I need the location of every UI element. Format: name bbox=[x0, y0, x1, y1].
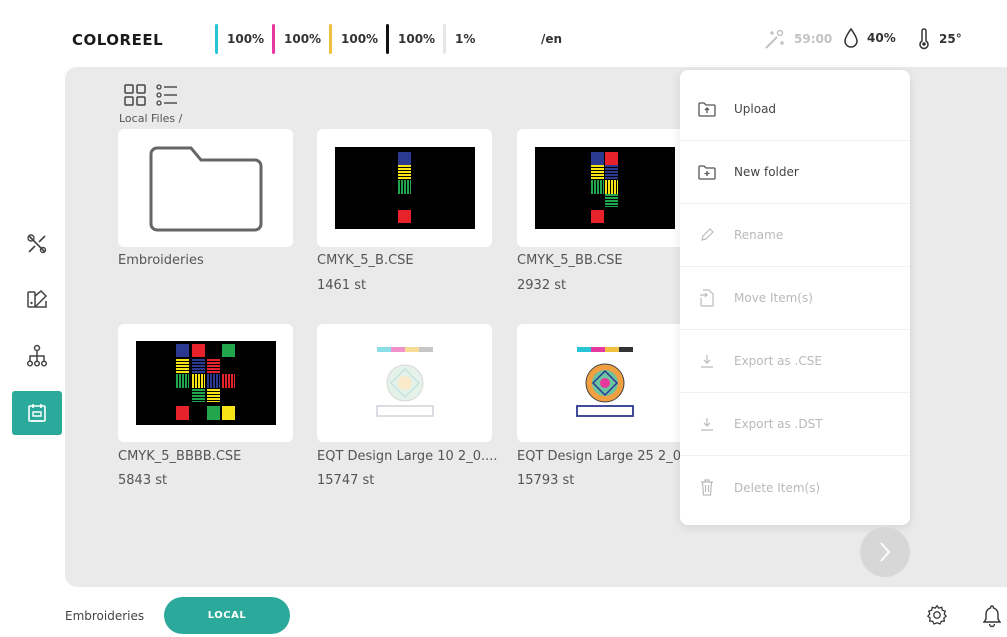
ink-level-black: 100% bbox=[386, 24, 436, 54]
menu-item-export-cse[interactable]: Export as .CSE bbox=[680, 330, 910, 393]
move-file-icon bbox=[700, 289, 714, 307]
menu-item-upload[interactable]: Upload bbox=[680, 78, 910, 141]
menu-item-label: Export as .DST bbox=[734, 417, 823, 431]
design-thumbnail bbox=[135, 341, 276, 425]
chevron-right-icon bbox=[880, 542, 891, 562]
download-icon bbox=[701, 418, 713, 431]
gear-icon[interactable] bbox=[926, 604, 948, 626]
network-icon bbox=[26, 344, 48, 367]
new-folder-icon bbox=[698, 165, 716, 180]
section-label: Embroideries bbox=[65, 609, 145, 623]
temperature-status: 25° bbox=[917, 28, 962, 50]
next-page-button[interactable] bbox=[860, 527, 910, 577]
stitch-count: 1461 st bbox=[317, 278, 367, 293]
breadcrumb[interactable]: Local Files / bbox=[119, 112, 182, 125]
view-toggles bbox=[124, 84, 178, 106]
menu-item-export-dst[interactable]: Export as .DST bbox=[680, 393, 910, 456]
folder-icon bbox=[149, 146, 262, 232]
file-name: Embroideries bbox=[118, 253, 204, 268]
humidity-value: 40% bbox=[867, 31, 896, 45]
sidebar-item-palette[interactable] bbox=[12, 277, 62, 321]
ink-level-cyan: 100% bbox=[215, 24, 265, 54]
humidity-status: 40% bbox=[843, 28, 896, 48]
temperature-value: 25° bbox=[939, 32, 962, 46]
palette-icon bbox=[27, 289, 48, 308]
pencil-icon bbox=[701, 228, 714, 241]
tools-icon bbox=[27, 234, 47, 254]
stitch-count: 15747 st bbox=[317, 473, 375, 488]
grid-view-icon[interactable] bbox=[124, 84, 146, 106]
file-name: EQT Design Large 10 2_0.... bbox=[317, 449, 498, 464]
menu-item-label: Upload bbox=[734, 102, 777, 116]
menu-item-label: Export as .CSE bbox=[734, 354, 822, 368]
upload-folder-icon bbox=[698, 102, 716, 117]
file-name: CMYK_5_B.CSE bbox=[317, 253, 414, 268]
design-thumbnail bbox=[334, 147, 475, 229]
file-tile[interactable] bbox=[317, 324, 492, 442]
file-tile[interactable] bbox=[517, 324, 692, 442]
menu-item-delete[interactable]: Delete Item(s) bbox=[680, 456, 910, 519]
file-name: EQT Design Large 25 2_0... bbox=[517, 449, 694, 464]
list-view-icon[interactable] bbox=[156, 84, 178, 106]
menu-item-move[interactable]: Move Item(s) bbox=[680, 267, 910, 330]
ink-level-white: 1% bbox=[443, 24, 476, 54]
file-tile[interactable] bbox=[118, 324, 293, 442]
ink-bar-icon bbox=[329, 24, 332, 54]
menu-item-label: New folder bbox=[734, 165, 799, 179]
design-thumbnail bbox=[534, 147, 675, 229]
local-storage-button[interactable]: LOCAL bbox=[164, 597, 290, 634]
file-actions-menu: Upload New folder Rename Move Item(s) Ex… bbox=[680, 70, 910, 525]
magic-wand-icon bbox=[765, 29, 784, 49]
ink-value: 100% bbox=[284, 32, 322, 46]
language-selector[interactable]: /en bbox=[541, 32, 562, 46]
design-thumbnail bbox=[575, 347, 634, 417]
menu-item-rename[interactable]: Rename bbox=[680, 204, 910, 267]
menu-item-label: Delete Item(s) bbox=[734, 480, 821, 495]
thermometer-icon bbox=[919, 28, 929, 50]
ink-value: 100% bbox=[341, 32, 379, 46]
embroidery-icon bbox=[28, 404, 46, 422]
ink-level-magenta: 100% bbox=[272, 24, 322, 54]
ink-level-yellow: 100% bbox=[329, 24, 379, 54]
file-name: CMYK_5_BBBB.CSE bbox=[118, 449, 242, 464]
droplet-icon bbox=[844, 28, 858, 48]
ink-value: 100% bbox=[398, 32, 436, 46]
ink-bar-icon bbox=[272, 24, 275, 54]
file-tile[interactable] bbox=[317, 129, 492, 247]
sidebar-item-tools[interactable] bbox=[12, 222, 62, 266]
menu-item-label: Rename bbox=[734, 228, 784, 242]
menu-item-label: Move Item(s) bbox=[734, 291, 813, 305]
menu-item-new-folder[interactable]: New folder bbox=[680, 141, 910, 204]
sidebar-item-network[interactable] bbox=[12, 334, 62, 378]
ink-value: 100% bbox=[227, 32, 265, 46]
file-tile[interactable] bbox=[517, 129, 692, 247]
file-tile-folder[interactable] bbox=[118, 129, 293, 247]
sidebar-item-embroidery[interactable] bbox=[12, 391, 62, 435]
ink-bar-icon bbox=[215, 24, 218, 54]
timer-status: 59:00 bbox=[762, 28, 832, 50]
ink-value: 1% bbox=[455, 32, 476, 46]
design-thumbnail bbox=[375, 347, 434, 417]
download-icon bbox=[701, 355, 713, 368]
ink-bar-icon bbox=[386, 24, 389, 54]
stitch-count: 2932 st bbox=[517, 278, 567, 293]
top-bar: COLOREEL 100% 100% 100% 100% 1% /en 59:0… bbox=[0, 0, 1007, 66]
timer-value: 59:00 bbox=[794, 32, 833, 46]
ink-bar-icon bbox=[443, 24, 446, 54]
file-name: CMYK_5_BB.CSE bbox=[517, 253, 623, 268]
trash-icon bbox=[701, 479, 713, 496]
app-window: COLOREEL 100% 100% 100% 100% 1% /en 59:0… bbox=[0, 0, 1007, 637]
stitch-count: 15793 st bbox=[517, 473, 575, 488]
brand-logo: COLOREEL bbox=[72, 31, 164, 49]
bell-icon[interactable] bbox=[981, 604, 1003, 628]
stitch-count: 5843 st bbox=[118, 473, 168, 488]
